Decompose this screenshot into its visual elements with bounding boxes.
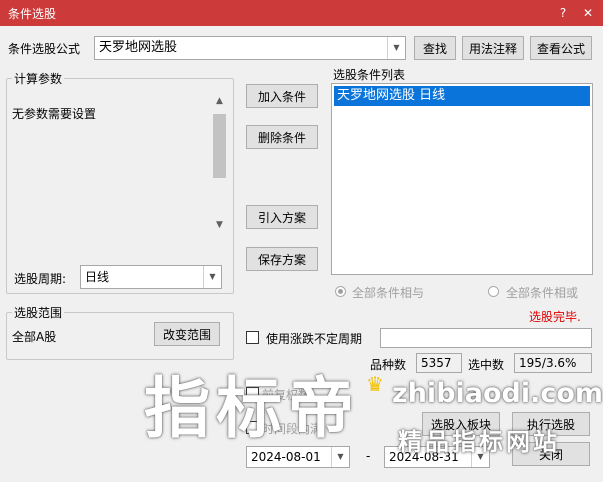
or-radio-label: 全部条件相或 — [506, 286, 579, 300]
import-scheme-button[interactable]: 引入方案 — [246, 205, 318, 229]
list-item[interactable]: 天罗地网选股 日线 — [334, 86, 590, 106]
scroll-thumb[interactable] — [213, 114, 226, 178]
usage-notes-button[interactable]: 用法注释 — [462, 36, 524, 60]
crown-icon: ♛ — [366, 372, 384, 396]
params-scrollbar[interactable]: ▲ ▼ — [211, 96, 228, 234]
watermark-site: zhibiaodi.com — [392, 378, 603, 409]
chevron-down-icon[interactable]: ▼ — [203, 266, 221, 288]
close-icon[interactable]: ✕ — [577, 3, 599, 23]
and-radio-label: 全部条件相与 — [352, 286, 425, 300]
status-text: 选股完毕. — [529, 310, 581, 324]
formula-label: 条件选股公式 — [8, 42, 81, 56]
stock-screener-dialog: 条件选股 ? ✕ 条件选股公式 天罗地网选股 ▼ 查找 用法注释 查看公式 计算… — [0, 0, 603, 482]
chevron-down-icon[interactable]: ▼ — [331, 447, 349, 467]
save-scheme-button[interactable]: 保存方案 — [246, 247, 318, 271]
scroll-down-icon[interactable]: ▼ — [211, 220, 228, 234]
formula-combo-value: 天罗地网选股 — [99, 40, 178, 55]
stock-count-value: 5357 — [416, 353, 462, 373]
watermark-main: 指标帝 — [144, 369, 360, 447]
and-radio[interactable] — [335, 286, 346, 297]
period-combo[interactable]: 日线 ▼ — [80, 265, 222, 289]
calc-params-group-label: 计算参数 — [12, 70, 65, 87]
or-radio[interactable] — [488, 286, 499, 297]
watermark-sub: 精品指标网站 — [398, 427, 560, 456]
change-scope-button[interactable]: 改变范围 — [154, 322, 220, 346]
selected-count-value: 195/3.6% — [514, 353, 592, 373]
selected-count-label: 选中数 — [468, 358, 505, 372]
title-bar: 条件选股 ? ✕ — [0, 0, 603, 26]
rise-fall-checkbox[interactable] — [246, 331, 259, 344]
scroll-up-icon[interactable]: ▲ — [211, 96, 228, 110]
scope-group-label: 选股范围 — [12, 304, 65, 321]
delete-condition-button[interactable]: 删除条件 — [246, 125, 318, 149]
period-combo-value: 日线 — [85, 270, 110, 284]
find-button[interactable]: 查找 — [414, 36, 456, 60]
date-separator: - — [366, 449, 371, 463]
date-from-input[interactable]: 2024-08-01 ▼ — [246, 446, 350, 468]
conditions-list-label: 选股条件列表 — [333, 68, 406, 82]
date-from-value: 2024-08-01 — [251, 450, 321, 464]
formula-combo[interactable]: 天罗地网选股 ▼ — [94, 36, 406, 60]
window-title: 条件选股 — [8, 7, 57, 21]
add-condition-button[interactable]: 加入条件 — [246, 84, 318, 108]
no-params-text: 无参数需要设置 — [12, 107, 97, 121]
chevron-down-icon[interactable]: ▼ — [387, 37, 405, 59]
stock-count-label: 品种数 — [370, 358, 407, 372]
scope-value: 全部A股 — [12, 330, 57, 344]
period-label: 选股周期: — [14, 272, 67, 286]
radio-dot — [338, 289, 343, 294]
rise-fall-input[interactable] — [380, 328, 592, 348]
help-button[interactable]: ? — [552, 3, 574, 23]
rise-fall-label: 使用涨跌不定周期 — [266, 332, 363, 346]
conditions-list[interactable]: 天罗地网选股 日线 — [331, 83, 593, 275]
view-formula-button[interactable]: 查看公式 — [530, 36, 592, 60]
